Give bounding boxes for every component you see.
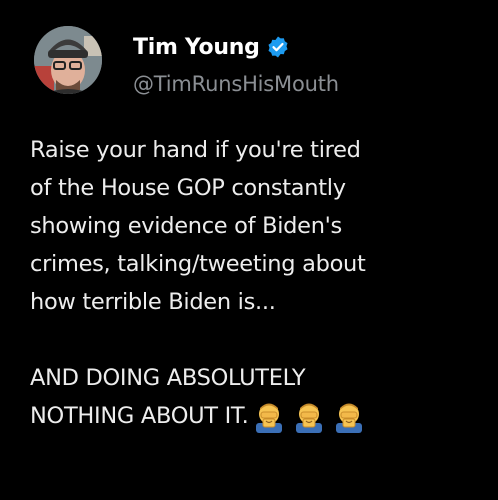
avatar-image xyxy=(34,26,102,94)
facepalm-emoji-icon xyxy=(293,401,325,433)
facepalm-emoji-icon xyxy=(333,401,365,433)
tweet-card: Tim Young @TimRunsHisMouth Raise your ha… xyxy=(0,0,498,500)
tweet-text: Raise your hand if you're tired of the H… xyxy=(30,131,490,436)
facepalm-emoji-icon xyxy=(253,401,285,433)
tweet-text-line: crimes, talking/tweeting about xyxy=(30,251,366,277)
tweet-text-line-last: NOTHING ABOUT IT. xyxy=(30,397,490,436)
emoji-row xyxy=(253,398,373,436)
tweet-text-line: AND DOING ABSOLUTELY xyxy=(30,365,306,391)
tweet-text-line: how terrible Biden is... xyxy=(30,289,276,315)
author-handle[interactable]: @TimRunsHisMouth xyxy=(133,72,339,96)
tweet-text-closing: NOTHING ABOUT IT. xyxy=(30,403,249,429)
author-display-name[interactable]: Tim Young xyxy=(133,35,260,60)
avatar[interactable] xyxy=(34,26,102,94)
tweet-text-line: of the House GOP constantly xyxy=(30,175,346,201)
tweet-text-line: Raise your hand if you're tired xyxy=(30,137,361,163)
author-name-row[interactable]: Tim Young xyxy=(133,30,290,64)
verified-badge-icon xyxy=(266,35,290,59)
tweet-text-line: showing evidence of Biden's xyxy=(30,213,342,239)
